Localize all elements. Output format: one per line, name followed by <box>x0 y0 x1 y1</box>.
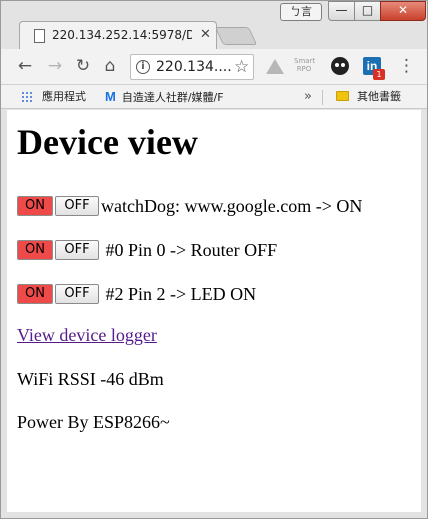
control-row-watchdog: ON OFF watchDog: www.google.com -> ON <box>17 196 362 218</box>
notification-badge: 1 <box>373 69 385 80</box>
bookmark-maker-label: 自造達人社群/媒體/F <box>121 91 224 104</box>
bookmarks-bar: 應用程式 M 自造達人社群/媒體/F » 其他書籤 <box>1 85 427 109</box>
smart-rpo-extension-icon[interactable]: Smart RPO <box>294 57 315 77</box>
back-icon[interactable]: ← <box>15 56 35 76</box>
star-icon[interactable]: ☆ <box>234 57 249 77</box>
page-icon <box>34 29 45 43</box>
tab-title: 220.134.252.14:5978/D <box>52 28 192 42</box>
window-bottom-border <box>1 512 427 518</box>
tab-close-icon[interactable]: ✕ <box>200 27 211 42</box>
powered-by-text: Power By ESP8266~ <box>17 412 170 432</box>
m-logo-icon: M <box>105 89 116 104</box>
new-tab-button[interactable] <box>214 27 258 45</box>
bookmark-apps[interactable]: 應用程式 <box>21 89 86 105</box>
on-button[interactable]: ON <box>17 196 53 216</box>
user-profile-badge[interactable]: ㄅ言 <box>280 3 322 21</box>
title-bar: ㄅ言 — □ ✕ 220.134.252.14:5978/D ✕ <box>1 1 427 50</box>
browser-window: ㄅ言 — □ ✕ 220.134.252.14:5978/D ✕ ← → ↻ ⌂… <box>0 0 428 519</box>
control-row-pin2: ON OFF #2 Pin 2 -> LED ON <box>17 284 256 306</box>
minimize-button[interactable]: — <box>328 1 355 21</box>
bookmark-divider <box>322 90 323 105</box>
url-text[interactable]: 220.134.... <box>156 59 232 75</box>
folder-icon <box>336 91 349 101</box>
maximize-button[interactable]: □ <box>354 1 381 21</box>
off-button[interactable]: OFF <box>55 240 99 260</box>
row-status-text: watchDog: www.google.com -> ON <box>101 196 363 216</box>
bookmark-other[interactable]: 其他書籤 <box>336 89 401 105</box>
page-title: Device view <box>17 122 198 162</box>
forward-icon[interactable]: → <box>45 56 65 76</box>
dark-mode-extension-icon[interactable] <box>331 57 349 75</box>
off-button[interactable]: OFF <box>55 284 99 304</box>
row-status-text: #2 Pin 2 -> LED ON <box>101 284 257 304</box>
on-button[interactable]: ON <box>17 284 53 304</box>
on-button[interactable]: ON <box>17 240 53 260</box>
bookmark-other-label: 其他書籤 <box>357 90 401 103</box>
wifi-rssi-text: WiFi RSSI -46 dBm <box>17 369 164 389</box>
info-icon[interactable]: i <box>136 60 150 74</box>
reload-icon[interactable]: ↻ <box>73 56 93 76</box>
control-row-pin0: ON OFF #0 Pin 0 -> Router OFF <box>17 240 277 262</box>
row-status-text: #0 Pin 0 -> Router OFF <box>101 240 278 260</box>
menu-icon[interactable]: ⋮ <box>398 57 415 75</box>
address-bar[interactable]: i 220.134.... ☆ <box>130 54 254 80</box>
device-logger-link[interactable]: View device logger <box>17 325 157 346</box>
home-icon[interactable]: ⌂ <box>100 56 120 76</box>
off-button[interactable]: OFF <box>55 196 99 216</box>
close-window-button[interactable]: ✕ <box>380 1 426 21</box>
drive-extension-icon[interactable] <box>266 59 284 74</box>
toolbar: ← → ↻ ⌂ i 220.134.... ☆ Smart RPO in 1 ⋮ <box>1 49 427 85</box>
page-content: Device view ON OFF watchDog: www.google.co… <box>7 110 421 512</box>
bookmark-maker-community[interactable]: M 自造達人社群/媒體/F <box>105 89 224 105</box>
tab-device-view[interactable]: 220.134.252.14:5978/D ✕ <box>19 21 217 50</box>
apps-grid-icon <box>21 91 33 103</box>
more-bookmarks-chevron-icon[interactable]: » <box>304 89 312 105</box>
